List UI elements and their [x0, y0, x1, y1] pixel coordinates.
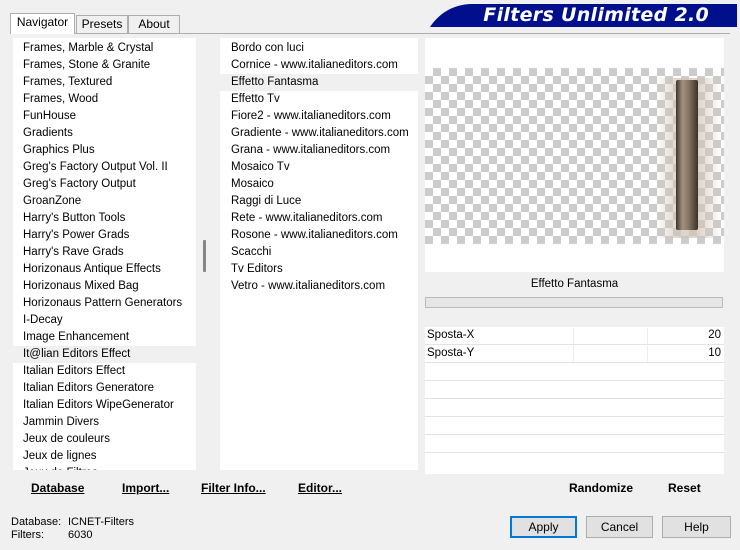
banner-title: Filters Unlimited 2.0: [483, 4, 709, 26]
category-list-item[interactable]: Harry's Rave Grads: [13, 244, 213, 261]
category-list-item[interactable]: Frames, Stone & Granite: [13, 57, 213, 74]
param-row-empty: [425, 453, 724, 474]
category-list-item[interactable]: Graphics Plus: [13, 142, 213, 159]
param-row-empty: [425, 381, 724, 399]
category-list-item[interactable]: Horizonaus Mixed Bag: [13, 278, 213, 295]
category-list-item[interactable]: Jeux de couleurs: [13, 431, 213, 448]
preview-effect-frame: [676, 80, 698, 230]
filters-count-value: 6030: [68, 529, 93, 541]
randomize-button[interactable]: Randomize: [569, 481, 633, 495]
category-list-item[interactable]: Italian Editors Effect: [13, 363, 213, 380]
tab-divider: [10, 33, 730, 34]
category-list-item[interactable]: Frames, Wood: [13, 91, 213, 108]
param-row-empty: [425, 417, 724, 435]
editor-button[interactable]: Editor...: [298, 481, 342, 495]
category-list-item[interactable]: Harry's Button Tools: [13, 210, 213, 227]
tab-navigator[interactable]: Navigator: [10, 13, 75, 34]
filter-list-item[interactable]: Gradiente - www.italianeditors.com: [220, 125, 418, 142]
category-scrollbar-thumb[interactable]: [203, 240, 206, 272]
database-value: ICNET-Filters: [68, 516, 134, 528]
filter-list-item[interactable]: Vetro - www.italianeditors.com: [220, 278, 418, 295]
import-button[interactable]: Import...: [122, 481, 169, 495]
param-row-empty: [425, 363, 724, 381]
filter-list-item[interactable]: Tv Editors: [220, 261, 418, 278]
param-label: Sposta-Y: [427, 347, 475, 359]
current-filter-name: Effetto Fantasma: [530, 278, 619, 290]
banner: Filters Unlimited 2.0: [430, 3, 737, 27]
filter-list[interactable]: Bordo con luci Cornice - www.italianedito…: [220, 38, 418, 470]
filter-info-button[interactable]: Filter Info...: [201, 481, 266, 495]
category-list-item[interactable]: Gradients: [13, 125, 213, 142]
filter-list-item[interactable]: Bordo con luci: [220, 40, 418, 57]
category-list-item[interactable]: Horizonaus Antique Effects: [13, 261, 213, 278]
param-value[interactable]: 20: [708, 329, 721, 341]
filter-list-item[interactable]: Rete - www.italianeditors.com: [220, 210, 418, 227]
filter-list-item[interactable]: Cornice - www.italianeditors.com: [220, 57, 418, 74]
param-label: Sposta-X: [427, 329, 475, 341]
filter-list-item[interactable]: Effetto Tv: [220, 91, 418, 108]
cancel-button[interactable]: Cancel: [586, 516, 653, 538]
category-list-item[interactable]: Italian Editors Generatore: [13, 380, 213, 397]
reset-button[interactable]: Reset: [668, 481, 701, 495]
category-list-item[interactable]: GroanZone: [13, 193, 213, 210]
param-row-sposta-y[interactable]: Sposta-Y 10: [425, 345, 724, 363]
database-button[interactable]: Database: [31, 481, 84, 495]
tab-presets[interactable]: Presets: [76, 15, 128, 33]
filter-list-item[interactable]: Fiore2 - www.italianeditors.com: [220, 108, 418, 125]
param-row-sposta-x[interactable]: Sposta-X 20: [425, 327, 724, 345]
category-list-item[interactable]: Greg's Factory Output: [13, 176, 213, 193]
category-list-item[interactable]: Horizonaus Pattern Generators: [13, 295, 213, 312]
category-list-item[interactable]: It@lian Editors Effect: [13, 346, 213, 363]
category-list-item[interactable]: Image Enhancement: [13, 329, 213, 346]
filters-count-label: Filters:: [11, 529, 44, 541]
tab-about[interactable]: About: [128, 15, 180, 33]
progress-bar: [425, 297, 723, 308]
category-list-item[interactable]: Italian Editors WipeGenerator: [13, 397, 213, 414]
param-row-empty: [425, 399, 724, 417]
category-list-item[interactable]: Frames, Textured: [13, 74, 213, 91]
category-list-item[interactable]: FunHouse: [13, 108, 213, 125]
category-list-item[interactable]: Greg's Factory Output Vol. II: [13, 159, 213, 176]
filter-list-item[interactable]: Scacchi: [220, 244, 418, 261]
database-label: Database:: [11, 516, 62, 528]
filter-list-item[interactable]: Mosaico Tv: [220, 159, 418, 176]
filter-list-item[interactable]: Raggi di Luce: [220, 193, 418, 210]
category-list-item[interactable]: Frames, Marble & Crystal: [13, 40, 213, 57]
filter-list-item[interactable]: Effetto Fantasma: [220, 74, 418, 91]
filter-list-item[interactable]: Mosaico: [220, 176, 418, 193]
apply-button[interactable]: Apply: [510, 516, 577, 538]
category-list[interactable]: Frames, Marble & Crystal Frames, Stone & …: [13, 38, 213, 470]
category-list-item[interactable]: Jeux de Filtres: [13, 465, 213, 470]
category-list-item[interactable]: I-Decay: [13, 312, 213, 329]
category-list-item[interactable]: Jeux de lignes: [13, 448, 213, 465]
category-list-item[interactable]: Jammin Divers: [13, 414, 213, 431]
help-button[interactable]: Help: [662, 516, 731, 538]
category-list-item[interactable]: Harry's Power Grads: [13, 227, 213, 244]
param-value[interactable]: 10: [708, 347, 721, 359]
filter-list-item[interactable]: Grana - www.italianeditors.com: [220, 142, 418, 159]
param-row-empty: [425, 435, 724, 453]
filter-list-item[interactable]: Rosone - www.italianeditors.com: [220, 227, 418, 244]
